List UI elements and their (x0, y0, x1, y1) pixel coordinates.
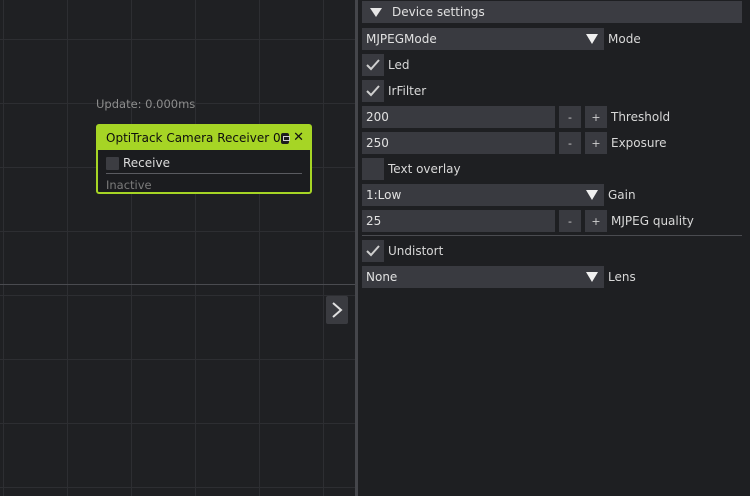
lens-row: None Lens (362, 266, 636, 288)
node-status: Inactive (106, 178, 152, 192)
gain-row: 1:Low Gain (362, 184, 636, 206)
threshold-input[interactable]: 200 (362, 106, 555, 128)
mode-label: Mode (608, 32, 641, 46)
receive-row[interactable]: Receive (98, 153, 310, 173)
exposure-value: 250 (366, 136, 389, 150)
checkmark-icon (366, 245, 380, 257)
device-settings-panel: Device settings MJPEGMode Mode Led IrFil… (358, 0, 750, 496)
node-header[interactable]: OptiTrack Camera Receiver 0 ✕ (98, 126, 310, 150)
device-settings-header[interactable]: Device settings (362, 1, 742, 23)
dropdown-arrow-icon (586, 190, 598, 200)
section-title: Device settings (392, 5, 485, 19)
exposure-input[interactable]: 250 (362, 132, 555, 154)
mode-dropdown[interactable]: MJPEGMode (362, 28, 604, 50)
led-label: Led (388, 58, 410, 72)
irfilter-label: IrFilter (388, 84, 427, 98)
checkmark-icon (366, 59, 380, 71)
mjpeg-quality-row: 25 - + MJPEG quality (362, 210, 694, 232)
mjpeg-quality-increment-button[interactable]: + (585, 210, 607, 232)
threshold-label: Threshold (611, 110, 671, 124)
lens-dropdown[interactable]: None (362, 266, 604, 288)
threshold-row: 200 - + Threshold (362, 106, 670, 128)
mjpeg-quality-value: 25 (366, 214, 382, 228)
node-graph-canvas[interactable]: Update: 0.000ms OptiTrack Camera Receive… (0, 0, 355, 496)
undistort-checkbox[interactable] (362, 240, 384, 262)
irfilter-checkbox[interactable] (362, 80, 384, 102)
text-overlay-row: Text overlay (362, 158, 461, 180)
threshold-value: 200 (366, 110, 389, 124)
mjpeg-quality-label: MJPEG quality (611, 214, 694, 228)
collapse-triangle-icon (370, 7, 382, 17)
gain-value: 1:Low (366, 188, 402, 202)
chevron-right-icon (332, 302, 343, 318)
exposure-label: Exposure (611, 136, 667, 150)
expand-panel-button[interactable] (326, 296, 348, 324)
mode-value: MJPEGMode (366, 32, 437, 46)
image-icon[interactable] (280, 132, 290, 144)
receive-label: Receive (123, 156, 170, 170)
text-overlay-checkbox[interactable] (362, 158, 384, 180)
receive-checkbox[interactable] (106, 156, 119, 170)
node-divider (106, 173, 302, 174)
exposure-increment-button[interactable]: + (585, 132, 607, 154)
lens-label: Lens (608, 270, 636, 284)
dropdown-arrow-icon (586, 34, 598, 44)
led-row: Led (362, 54, 409, 76)
gain-label: Gain (608, 188, 636, 202)
lens-value: None (366, 270, 398, 284)
mjpeg-quality-input[interactable]: 25 (362, 210, 555, 232)
checkmark-icon (366, 85, 380, 97)
exposure-row: 250 - + Exposure (362, 132, 667, 154)
gain-dropdown[interactable]: 1:Low (362, 184, 604, 206)
threshold-decrement-button[interactable]: - (559, 106, 581, 128)
led-checkbox[interactable] (362, 54, 384, 76)
exposure-decrement-button[interactable]: - (559, 132, 581, 154)
close-icon[interactable]: ✕ (293, 131, 304, 144)
undistort-label: Undistort (388, 244, 444, 258)
node-title: OptiTrack Camera Receiver 0 (106, 131, 281, 145)
settings-divider (362, 235, 742, 236)
mode-row: MJPEGMode Mode (362, 28, 641, 50)
text-overlay-label: Text overlay (388, 162, 461, 176)
camera-receiver-node[interactable]: OptiTrack Camera Receiver 0 ✕ Receive In… (96, 124, 312, 194)
threshold-increment-button[interactable]: + (585, 106, 607, 128)
irfilter-row: IrFilter (362, 80, 426, 102)
undistort-row: Undistort (362, 240, 443, 262)
mjpeg-quality-decrement-button[interactable]: - (559, 210, 581, 232)
canvas-axis-line (0, 284, 355, 285)
dropdown-arrow-icon (586, 272, 598, 282)
update-time-label: Update: 0.000ms (96, 97, 196, 111)
